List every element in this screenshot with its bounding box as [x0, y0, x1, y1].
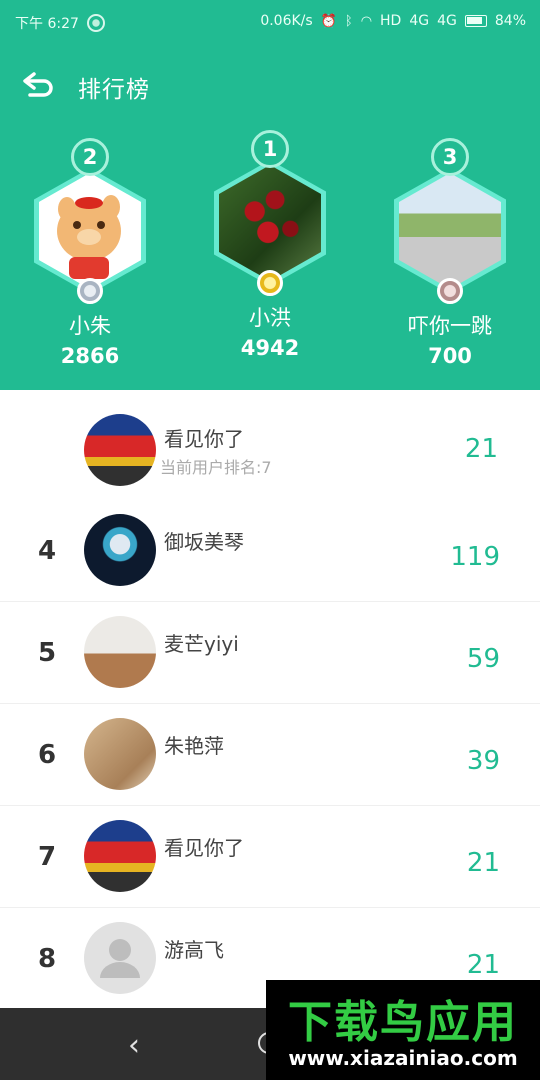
user-name: 御坂美琴: [164, 530, 244, 554]
list-item[interactable]: 6 朱艳萍 39: [0, 704, 540, 806]
signal-4g-label-1: 4G: [409, 13, 430, 29]
rank-number: 7: [37, 842, 57, 872]
user-score: 21: [466, 950, 500, 980]
podium-score: 2866: [60, 344, 120, 368]
battery-icon: [464, 15, 487, 27]
podium-score: 700: [428, 344, 472, 368]
podium-name: 吓你一跳: [408, 314, 492, 338]
watermark-logo: 下载鸟应用 www.xiazainiao.com: [266, 980, 540, 1080]
podium-third-place[interactable]: 3 吓你一跳 700: [375, 138, 525, 368]
silver-medal-icon: [77, 278, 103, 304]
user-name: 麦芒yiyi: [164, 632, 239, 656]
user-name: 游高飞: [164, 938, 224, 962]
user-score: 39: [466, 746, 500, 776]
podium-name: 小洪: [249, 306, 291, 330]
gold-medal-icon: [257, 270, 283, 296]
title-bar: 排行榜: [0, 58, 540, 110]
default-user-icon: [100, 939, 140, 978]
watermark-url: www.xiazainiao.com: [288, 1046, 518, 1070]
back-arrow-icon[interactable]: [20, 68, 60, 100]
leaderboard-header-area: 下午 6:27 0.06K/s ⏰ ᛒ ◠ HD 4G 4G 84% 排行榜 2: [0, 0, 540, 390]
notification-icon: [86, 14, 105, 32]
rank-badge: 1: [251, 130, 289, 168]
user-name: 朱艳萍: [164, 734, 224, 758]
bronze-medal-icon: [437, 278, 463, 304]
current-user-row[interactable]: 看见你了 当前用户排名:7 21: [0, 390, 540, 500]
podium-first-place[interactable]: 1 小洪 4942: [195, 130, 345, 360]
user-score: 59: [466, 644, 500, 674]
alarm-icon: ⏰: [320, 13, 337, 29]
watermark-brand: 下载鸟应用: [288, 997, 518, 1048]
avatar: [84, 616, 156, 688]
user-score: 119: [450, 542, 500, 572]
user-score: 21: [464, 434, 498, 464]
network-speed: 0.06K/s: [260, 13, 313, 29]
status-bar: 下午 6:27 0.06K/s ⏰ ᛒ ◠ HD 4G 4G 84%: [0, 0, 540, 46]
battery-percent: 84%: [494, 13, 526, 29]
current-user-rank: 当前用户排名:7: [160, 458, 272, 477]
page-title: 排行榜: [78, 77, 150, 103]
rank-number: 6: [37, 740, 57, 770]
rank-number: 5: [37, 638, 57, 668]
list-item[interactable]: 4 御坂美琴 119: [0, 500, 540, 602]
list-item[interactable]: 7 看见你了 21: [0, 806, 540, 908]
user-name: 看见你了: [164, 836, 244, 860]
nav-back-icon[interactable]: ‹: [128, 1028, 140, 1063]
avatar: [84, 922, 156, 994]
avatar: [84, 414, 156, 486]
signal-hd-label: HD: [380, 13, 402, 29]
rank-number: 8: [37, 944, 57, 974]
wifi-icon: ◠: [360, 13, 373, 29]
bluetooth-icon: ᛒ: [344, 13, 353, 29]
podium-name: 小朱: [69, 314, 111, 338]
rank-number: 4: [37, 536, 57, 566]
rank-badge: 2: [71, 138, 109, 176]
avatar: [84, 718, 156, 790]
user-score: 21: [466, 848, 500, 878]
podium-second-place[interactable]: 2 小朱 2866: [15, 138, 165, 368]
list-item[interactable]: 5 麦芒yiyi 59: [0, 602, 540, 704]
user-name: 看见你了: [164, 427, 244, 451]
ranking-list: 看见你了 当前用户排名:7 21 4 御坂美琴 119 5 麦芒yiyi 59 …: [0, 390, 540, 1010]
avatar: [84, 820, 156, 892]
rank-badge: 3: [431, 138, 469, 176]
status-time: 下午 6:27: [15, 16, 79, 32]
signal-4g-label-2: 4G: [437, 13, 457, 29]
podium-score: 4942: [240, 336, 300, 360]
avatar: [84, 514, 156, 586]
